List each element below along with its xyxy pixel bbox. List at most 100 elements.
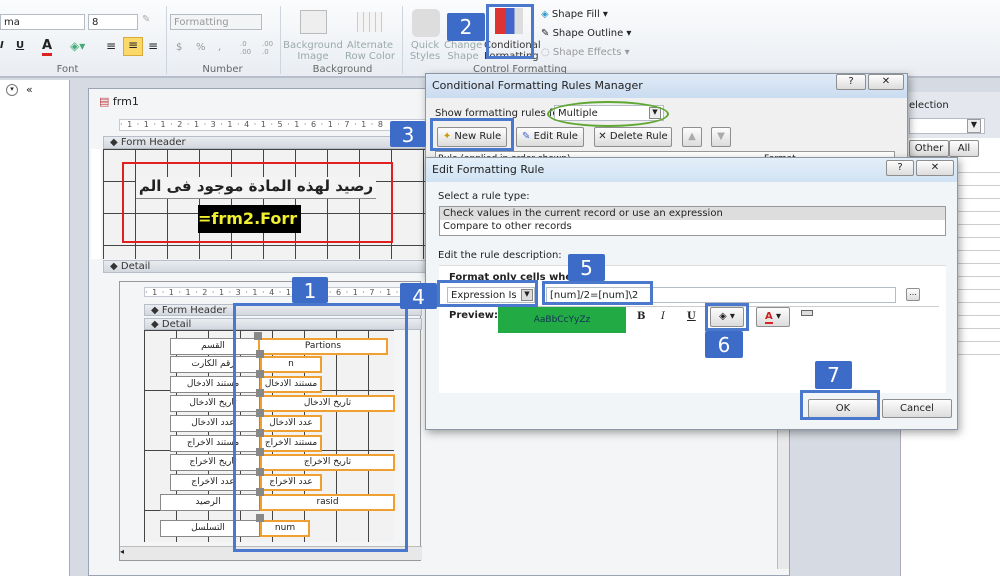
delete-rule-label: Delete Rule — [609, 131, 668, 142]
move-up-button[interactable]: ▲ — [682, 127, 702, 147]
form-tab[interactable]: ▤ frm1 — [99, 95, 139, 108]
font-color-button[interactable]: A ▾ — [756, 307, 790, 327]
subform-detail-label: Detail — [161, 319, 192, 330]
delete-rule-button[interactable]: ✕ Delete Rule — [594, 127, 672, 147]
divider — [280, 6, 281, 74]
shape-outline-icon: ✎ — [541, 28, 550, 39]
help-button[interactable]: ? — [886, 160, 914, 176]
nav-menu-button[interactable]: ▾ — [6, 84, 18, 96]
rule-type-option[interactable]: Compare to other records — [440, 220, 945, 233]
expression-builder-button[interactable]: ... — [906, 288, 920, 301]
chevron-down-icon[interactable]: ▼ — [967, 119, 981, 133]
edit-rule-button[interactable]: ✎ Edit Rule — [516, 127, 584, 147]
edit-rule-label: Edit Rule — [533, 131, 578, 142]
tab-all[interactable]: All — [949, 140, 979, 157]
change-shape-button[interactable]: Change Shape — [444, 40, 482, 62]
detail-label: Detail — [120, 261, 151, 272]
font-color-button[interactable]: A — [42, 38, 53, 56]
group-font-label: Font — [56, 64, 79, 75]
step-badge-7: 7 — [815, 361, 852, 389]
ribbon: ma 8 ✎ I U A ◈▾ ≡ ≡ ≡ Font Formatting $ … — [0, 0, 1000, 78]
property-sheet-title: election — [909, 100, 949, 111]
highlight-box — [705, 303, 749, 331]
rule-type-list[interactable]: Check values in the current record or us… — [439, 206, 946, 236]
delete-icon: ✕ — [598, 131, 607, 142]
step-badge-1: 1 — [292, 277, 328, 303]
rule-type-option[interactable]: Check values in the current record or us… — [440, 207, 945, 220]
currency-button[interactable]: $ — [176, 42, 182, 53]
format-painter-icon[interactable]: ✎ — [142, 14, 150, 25]
underline-button[interactable]: U — [687, 311, 696, 322]
header-textbox[interactable]: =frm2.Forr — [198, 205, 301, 233]
shape-effects-label: Shape Effects — [552, 47, 622, 58]
step-badge-3: 3 — [390, 121, 426, 147]
rules-manager-title: Conditional Formatting Rules Manager — [426, 74, 907, 98]
divider — [166, 6, 167, 74]
header-arabic-label[interactable]: رصيد لهذه المادة موجود فى الم — [136, 177, 376, 199]
font-name-combo[interactable]: ma — [0, 14, 85, 30]
edit-desc-label: Edit the rule description: — [438, 250, 562, 261]
tab-other[interactable]: Other — [909, 140, 949, 157]
font-color-icon: A — [765, 311, 773, 324]
highlight-ellipse — [547, 101, 669, 127]
data-bar-icon[interactable] — [801, 310, 813, 316]
highlight-box — [486, 4, 534, 59]
align-center-icon[interactable]: ≡ — [123, 37, 143, 56]
bold-button[interactable]: B — [637, 311, 645, 322]
fill-color-icon[interactable]: ◈▾ — [70, 39, 85, 53]
edit-rule-icon: ✎ — [522, 131, 531, 142]
italic-button[interactable]: I — [661, 311, 665, 322]
preview-box: AaBbCcYyZz — [498, 307, 626, 333]
form-icon: ▤ — [99, 95, 110, 108]
divider — [402, 6, 403, 74]
shape-fill-icon: ◈ — [541, 9, 549, 20]
group-number-label: Number — [202, 64, 243, 75]
subform-ruler: · 1 · 1 · 1 · 2 · 1 · 3 · 1 · 4 · 1 · 5 … — [144, 287, 414, 297]
comma-button[interactable]: , — [218, 42, 221, 53]
shape-fill-button[interactable]: ◈ Shape Fill ▾ — [541, 9, 608, 20]
alternate-row-color-button[interactable]: Alternate Row Color — [344, 40, 396, 62]
shape-outline-button[interactable]: ✎ Shape Outline ▾ — [541, 28, 631, 39]
step-badge-2: 2 — [447, 13, 485, 41]
select-rule-type-label: Select a rule type: — [438, 191, 530, 202]
close-button[interactable]: ✕ — [916, 160, 954, 176]
quick-styles-icon[interactable] — [412, 9, 440, 37]
font-size-combo[interactable]: 8 — [88, 14, 138, 30]
help-button[interactable]: ? — [836, 74, 866, 90]
shape-effects-button[interactable]: ◌ Shape Effects ▾ — [541, 47, 630, 58]
highlight-box — [542, 281, 653, 305]
format-combo[interactable]: Formatting — [170, 14, 262, 30]
align-left-icon[interactable]: ≡ — [106, 39, 116, 53]
step-badge-6: 6 — [705, 331, 743, 358]
highlight-box — [800, 390, 880, 420]
cancel-button[interactable]: Cancel — [882, 399, 952, 418]
highlight-box — [430, 118, 514, 151]
vertical-ruler — [91, 149, 101, 259]
alternate-row-color-icon[interactable] — [357, 12, 383, 32]
shape-fill-label: Shape Fill — [551, 9, 600, 20]
percent-button[interactable]: % — [196, 42, 206, 53]
underline-button[interactable]: U — [16, 40, 24, 51]
form-tab-label: frm1 — [112, 95, 139, 108]
increase-decimal-button[interactable]: .0 .00 — [240, 40, 260, 56]
background-image-icon[interactable] — [300, 10, 327, 34]
edit-rule-title: Edit Formatting Rule — [426, 158, 957, 182]
step-badge-4: 4 — [400, 283, 437, 309]
collapse-nav-button[interactable]: « — [26, 83, 33, 96]
navigation-pane: ▾ « — [0, 80, 70, 576]
close-button[interactable]: ✕ — [868, 74, 904, 90]
move-down-button[interactable]: ▼ — [711, 127, 731, 147]
shape-outline-label: Shape Outline — [552, 28, 624, 39]
highlight-box — [437, 280, 538, 307]
align-right-icon[interactable]: ≡ — [148, 39, 158, 53]
quick-styles-button[interactable]: Quick Styles — [406, 40, 444, 62]
italic-button[interactable]: I — [0, 40, 4, 51]
shape-effects-icon: ◌ — [541, 47, 550, 58]
preview-label: Preview: — [449, 310, 499, 321]
step-badge-5: 5 — [568, 254, 605, 281]
background-image-button[interactable]: Background Image — [282, 40, 344, 62]
decrease-decimal-button[interactable]: .00 .0 — [262, 40, 282, 56]
form-header-label: Form Header — [120, 137, 186, 148]
highlight-box — [233, 303, 408, 552]
subform-header-label: Form Header — [161, 305, 227, 316]
